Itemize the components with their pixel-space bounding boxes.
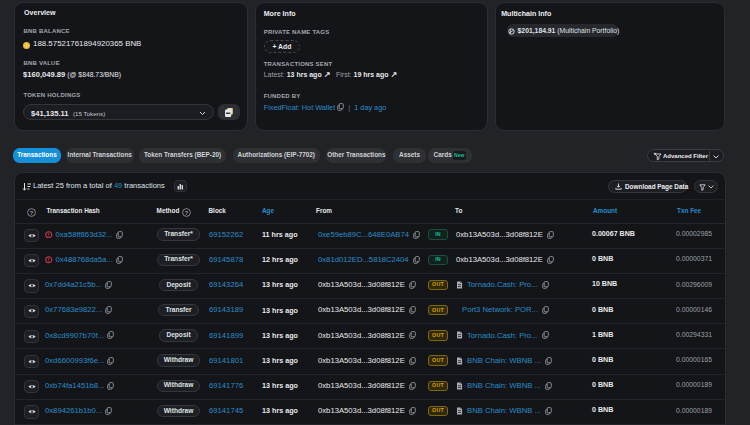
svg-text:?: ? bbox=[30, 209, 34, 215]
svg-text:?: ? bbox=[185, 209, 189, 215]
